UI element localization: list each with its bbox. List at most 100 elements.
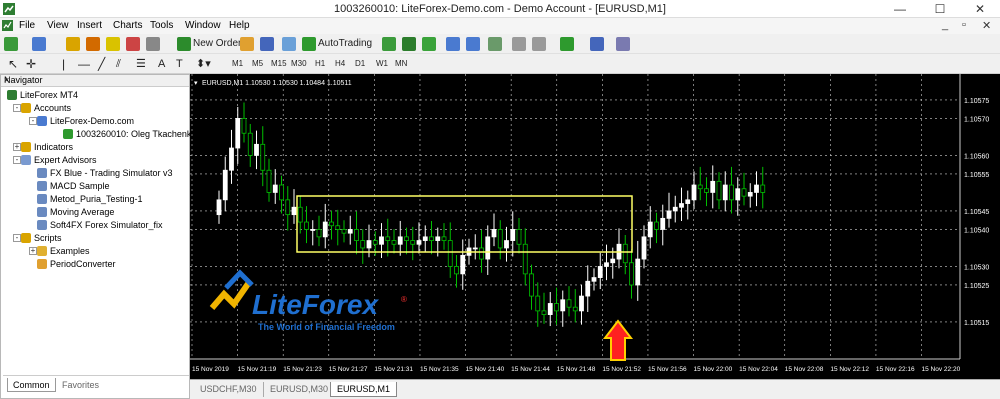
- text-icon[interactable]: A: [158, 56, 165, 72]
- chart-window-icon[interactable]: [2, 20, 13, 31]
- collapse-icon[interactable]: -: [13, 156, 21, 164]
- candlesticks-icon[interactable]: [402, 37, 416, 51]
- tree-item[interactable]: Examples: [37, 245, 90, 257]
- new-order-button[interactable]: New Order: [193, 36, 241, 52]
- tab-eurusd-m1[interactable]: EURUSD,M1: [330, 382, 398, 397]
- cursor-icon[interactable]: ↖: [8, 56, 18, 72]
- collapse-icon[interactable]: -: [29, 117, 37, 125]
- fibonacci-icon[interactable]: ☰: [136, 56, 146, 72]
- bear-candle: [697, 184, 703, 190]
- zoom-out-icon[interactable]: [466, 37, 480, 51]
- bar-chart-icon[interactable]: [382, 37, 396, 51]
- tree-item[interactable]: Indicators: [21, 141, 73, 153]
- strategy-tester-icon[interactable]: [146, 37, 160, 51]
- equidistant-channel-icon[interactable]: ⫽: [116, 56, 121, 72]
- zoom-in-icon[interactable]: [446, 37, 460, 51]
- timeframe-d1[interactable]: D1: [355, 56, 365, 72]
- timeframe-m1[interactable]: M1: [232, 56, 243, 72]
- tree-item[interactable]: 1003260010: Oleg Tkachenko-N: [63, 128, 206, 140]
- text-label-icon[interactable]: T: [176, 56, 183, 72]
- timeframe-h1[interactable]: H1: [315, 56, 325, 72]
- tab-eurusd-m30[interactable]: EURUSD,M30: [264, 382, 336, 397]
- maximize-button[interactable]: ☐: [920, 0, 960, 18]
- vertical-line-icon[interactable]: |: [62, 56, 65, 72]
- title-bar: 1003260010: LiteForex-Demo.com - Demo Ac…: [0, 0, 1000, 18]
- mdi-minimize-button[interactable]: _: [942, 19, 948, 31]
- mdi-close-button[interactable]: ✕: [982, 19, 991, 32]
- menu-view[interactable]: View: [47, 20, 69, 31]
- tree-item[interactable]: FX Blue - Trading Simulator v3: [37, 167, 173, 179]
- bull-candle: [722, 184, 728, 201]
- line-chart-icon[interactable]: [422, 37, 436, 51]
- templates-icon[interactable]: [616, 37, 630, 51]
- bull-candle: [591, 277, 597, 282]
- menu-window[interactable]: Window: [185, 20, 221, 31]
- terminal-icon[interactable]: [126, 37, 140, 51]
- collapse-icon[interactable]: -: [13, 234, 21, 242]
- timeframe-m5[interactable]: M5: [252, 56, 263, 72]
- autotrading-icon[interactable]: [302, 37, 316, 51]
- timeframe-mn[interactable]: MN: [395, 56, 407, 72]
- bear-candle: [572, 306, 578, 312]
- new-chart-icon[interactable]: [4, 37, 18, 51]
- auto-scroll-icon[interactable]: [512, 37, 526, 51]
- trendline-icon[interactable]: ╱: [98, 56, 105, 72]
- data-window-icon[interactable]: [86, 37, 100, 51]
- mdi-restore-button[interactable]: ▫: [962, 19, 966, 31]
- navigator-close-button[interactable]: ×: [4, 75, 185, 85]
- script-icon: [37, 259, 47, 269]
- meta-editor-icon[interactable]: [240, 37, 254, 51]
- new-order-icon[interactable]: [177, 37, 191, 51]
- periods-icon[interactable]: [590, 37, 604, 51]
- tree-item[interactable]: LiteForex-Demo.com: [37, 115, 134, 127]
- menu-charts[interactable]: Charts: [113, 20, 142, 31]
- market-icon[interactable]: [282, 37, 296, 51]
- tile-windows-icon[interactable]: [488, 37, 502, 51]
- navigator-panel: Navigator × LiteForex MT4 Accounts - LiteFo…: [0, 74, 206, 399]
- price-chart[interactable]: EURUSD,M1 1.10530 1.10530 1.10484 1.1051…: [190, 74, 1000, 379]
- chart-dropdown-icon[interactable]: ▾: [194, 80, 198, 87]
- close-button[interactable]: ✕: [960, 0, 1000, 18]
- autotrading-button[interactable]: AutoTrading: [318, 36, 372, 52]
- tab-common[interactable]: Common: [7, 378, 56, 392]
- bear-candle: [410, 240, 416, 245]
- bear-candle: [535, 295, 541, 312]
- tree-item[interactable]: MACD Sample: [37, 180, 110, 192]
- tree-item[interactable]: PeriodConverter: [37, 258, 116, 270]
- market-watch-icon[interactable]: [66, 37, 80, 51]
- tree-item[interactable]: Moving Average: [37, 206, 114, 218]
- chart-shift-icon[interactable]: [532, 37, 546, 51]
- minimize-button[interactable]: —: [880, 0, 920, 18]
- expert-icon: [37, 207, 47, 217]
- menu-help[interactable]: Help: [229, 20, 250, 31]
- line-studies-toolbar: ↖ ✛ | — ╱ ⫽ ☰ A T ⬍▾ M1 M5 M15 M30 H1 H4…: [0, 54, 1000, 74]
- indicators-list-icon[interactable]: [560, 37, 574, 51]
- timeframe-m15[interactable]: M15: [271, 56, 287, 72]
- tree-item[interactable]: Scripts: [21, 232, 62, 244]
- timeframe-m30[interactable]: M30: [291, 56, 307, 72]
- profiles-icon[interactable]: [32, 37, 46, 51]
- signals-icon[interactable]: [260, 37, 274, 51]
- tab-favorites[interactable]: Favorites: [57, 378, 104, 392]
- arrows-icon[interactable]: ⬍▾: [196, 56, 211, 72]
- tab-usdchf-m30[interactable]: USDCHF,M30: [194, 382, 264, 397]
- crosshair-icon[interactable]: ✛: [26, 56, 36, 72]
- menu-insert[interactable]: Insert: [77, 20, 102, 31]
- timeframe-w1[interactable]: W1: [376, 56, 388, 72]
- timeframe-h4[interactable]: H4: [335, 56, 345, 72]
- navigator-icon[interactable]: [106, 37, 120, 51]
- horizontal-line-icon[interactable]: —: [78, 56, 90, 72]
- tree-item[interactable]: Expert Advisors: [21, 154, 97, 166]
- chart-window[interactable]: EURUSD,M1 1.10530 1.10530 1.10484 1.1051…: [190, 74, 1000, 379]
- menu-file[interactable]: File: [19, 20, 35, 31]
- expand-icon[interactable]: +: [29, 247, 37, 255]
- tree-item[interactable]: Metod_Puria_Testing-1: [37, 193, 143, 205]
- y-tick-label: 1.10530: [964, 264, 989, 271]
- expand-icon[interactable]: +: [13, 143, 21, 151]
- collapse-icon[interactable]: -: [13, 104, 21, 112]
- tree-item[interactable]: Soft4FX Forex Simulator_fix: [37, 219, 163, 231]
- tree-item[interactable]: LiteForex MT4: [7, 89, 78, 101]
- tree-item[interactable]: Accounts: [21, 102, 71, 114]
- expert-icon: [37, 194, 47, 204]
- menu-tools[interactable]: Tools: [150, 20, 173, 31]
